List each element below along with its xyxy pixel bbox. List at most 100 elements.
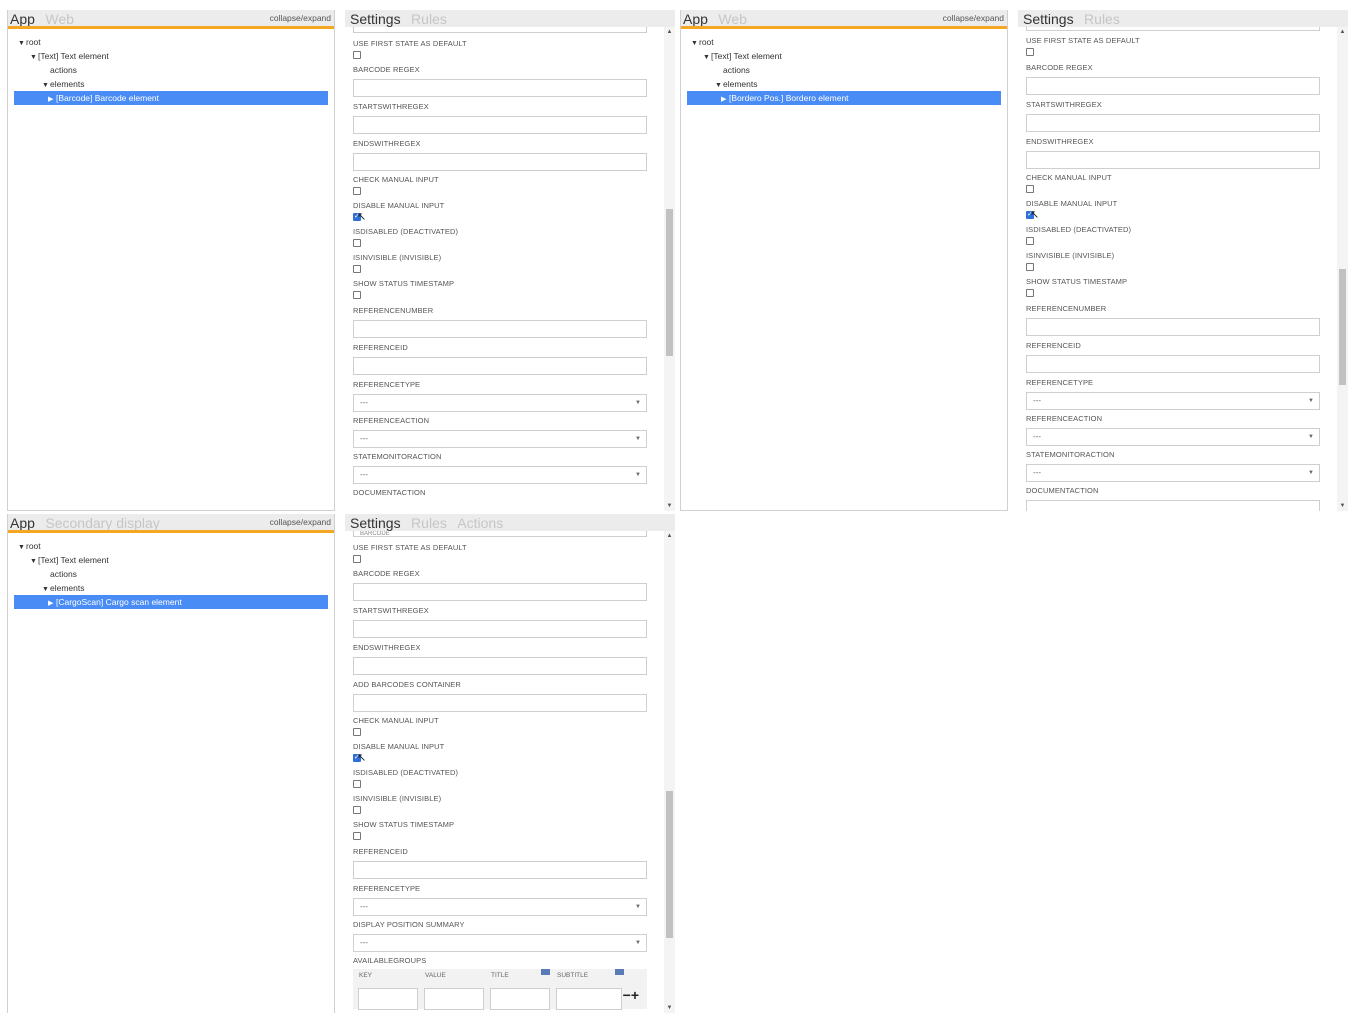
tab-settings[interactable]: Settings (345, 10, 401, 27)
referencetype-select[interactable]: --- ▼ (353, 394, 647, 412)
endswithregex-input[interactable] (1026, 151, 1320, 169)
startswithregex-input[interactable] (1026, 114, 1320, 132)
use-first-state-checkbox[interactable] (1026, 48, 1034, 56)
tab-rules[interactable]: Rules (1082, 10, 1120, 27)
tree-node-bordero-element[interactable]: ▶ [Bordero Pos.] Bordero element (687, 91, 1001, 105)
scroll-up-arrow-icon[interactable]: ▲ (664, 531, 675, 541)
referencetype-select[interactable]: --- ▼ (353, 898, 647, 916)
startswithregex-input[interactable] (353, 116, 647, 134)
scroll-up-arrow-icon[interactable]: ▲ (664, 27, 675, 37)
scrollbar-thumb[interactable] (666, 791, 673, 938)
referenceaction-select[interactable]: --- ▼ (353, 430, 647, 448)
tree-node-actions[interactable]: actions (14, 63, 334, 77)
barcode-regex-input[interactable] (353, 79, 647, 97)
tree-node-text-element[interactable]: ▼[Text] Text element (14, 553, 334, 567)
isdisabled-checkbox[interactable] (353, 239, 361, 247)
isinvisible-checkbox[interactable] (353, 265, 361, 273)
referenceaction-select[interactable]: --- ▼ (1026, 428, 1320, 446)
tab-app[interactable]: App (681, 10, 708, 26)
scroll-down-arrow-icon[interactable]: ▼ (1337, 501, 1348, 511)
expanded-arrow-icon[interactable]: ▼ (691, 37, 699, 51)
tree-node-elements[interactable]: ▼elements (687, 77, 1007, 91)
tree-node-text-element[interactable]: ▼[Text] Text element (687, 49, 1007, 63)
add-remove-row-buttons[interactable]: −+ (623, 987, 639, 1003)
collapsed-arrow-icon[interactable]: ▶ (48, 93, 56, 107)
settings-scrollbar[interactable]: ▲ ▼ (664, 27, 675, 511)
isdisabled-checkbox[interactable] (353, 780, 361, 788)
scroll-down-arrow-icon[interactable]: ▼ (664, 1003, 675, 1013)
collapse-expand-link[interactable]: collapse/expand (943, 13, 1004, 23)
referenceid-input[interactable] (1026, 355, 1320, 373)
scrollbar-thumb[interactable] (1339, 269, 1346, 385)
key-input[interactable] (358, 988, 418, 1010)
endswithregex-input[interactable] (353, 153, 647, 171)
expanded-arrow-icon[interactable]: ▼ (18, 541, 26, 555)
tree-node-cargo-scan-element[interactable]: ▶ [CargoScan] Cargo scan element (14, 595, 328, 609)
referencenumber-input[interactable] (1026, 318, 1320, 336)
uk-flag-icon[interactable] (615, 969, 624, 975)
statemonitoraction-select[interactable]: --- ▼ (353, 466, 647, 484)
collapsed-arrow-icon[interactable]: ▶ (721, 93, 729, 107)
tree-node-root[interactable]: ▼root (14, 539, 334, 553)
use-first-state-checkbox[interactable] (353, 51, 361, 59)
collapsed-arrow-icon[interactable]: ▶ (48, 597, 56, 611)
expanded-arrow-icon[interactable]: ▼ (30, 51, 38, 65)
tree-node-actions[interactable]: actions (687, 63, 1007, 77)
isinvisible-checkbox[interactable] (1026, 263, 1034, 271)
statemonitoraction-select[interactable]: --- ▼ (1026, 464, 1320, 482)
collapse-expand-link[interactable]: collapse/expand (270, 13, 331, 23)
show-status-timestamp-checkbox[interactable] (353, 291, 361, 299)
tab-rules[interactable]: Rules (409, 514, 447, 531)
show-status-timestamp-checkbox[interactable] (353, 832, 361, 840)
tree-node-elements[interactable]: ▼elements (14, 581, 334, 595)
tree-node-text-element[interactable]: ▼[Text] Text element (14, 49, 334, 63)
startswithregex-input[interactable] (353, 620, 647, 638)
barcode-regex-input[interactable] (1026, 77, 1320, 95)
tab-app[interactable]: App (8, 10, 35, 26)
tab-app[interactable]: App (8, 514, 35, 530)
scrollbar-thumb[interactable] (666, 209, 673, 356)
tab-web[interactable]: Web (43, 10, 74, 26)
subtitle-input[interactable] (556, 988, 622, 1010)
add-barcodes-container-input[interactable] (353, 694, 647, 712)
uk-flag-icon[interactable] (541, 969, 550, 975)
display-position-summary-select[interactable]: --- ▼ (353, 934, 647, 952)
title-input[interactable] (490, 988, 550, 1010)
expanded-arrow-icon[interactable]: ▼ (703, 51, 711, 65)
tab-rules[interactable]: Rules (409, 10, 447, 27)
scroll-down-arrow-icon[interactable]: ▼ (664, 501, 675, 511)
isdisabled-checkbox[interactable] (1026, 237, 1034, 245)
collapse-expand-link[interactable]: collapse/expand (270, 517, 331, 527)
tab-secondary-display[interactable]: Secondary display (43, 514, 159, 530)
element-tree: ▼root ▼[Text] Text element actions ▼elem… (681, 29, 1007, 105)
check-manual-input-checkbox[interactable] (353, 187, 361, 195)
tab-web[interactable]: Web (716, 10, 747, 26)
tree-node-actions[interactable]: actions (14, 567, 334, 581)
tree-node-root[interactable]: ▼root (14, 35, 334, 49)
scroll-up-arrow-icon[interactable]: ▲ (1337, 27, 1348, 37)
show-status-timestamp-checkbox[interactable] (1026, 289, 1034, 297)
tab-settings[interactable]: Settings (345, 514, 401, 531)
check-manual-input-checkbox[interactable] (1026, 185, 1034, 193)
check-manual-input-checkbox[interactable] (353, 728, 361, 736)
referencetype-select[interactable]: --- ▼ (1026, 392, 1320, 410)
documentaction-select[interactable] (1026, 500, 1320, 511)
tab-settings[interactable]: Settings (1018, 10, 1074, 27)
tree-node-root[interactable]: ▼root (687, 35, 1007, 49)
settings-scrollbar[interactable]: ▲ ▼ (1337, 27, 1348, 511)
tree-node-elements[interactable]: ▼elements (14, 77, 334, 91)
isinvisible-checkbox[interactable] (353, 806, 361, 814)
expanded-arrow-icon[interactable]: ▼ (18, 37, 26, 51)
expanded-arrow-icon[interactable]: ▼ (30, 555, 38, 569)
referencenumber-input[interactable] (353, 320, 647, 338)
referenceid-input[interactable] (353, 861, 647, 879)
barcode-regex-input[interactable] (353, 583, 647, 601)
referenceid-input[interactable] (353, 357, 647, 375)
endswithregex-input[interactable] (353, 657, 647, 675)
isdisabled-field: ISDISABLED (DEACTIVATED) (353, 763, 647, 789)
value-input[interactable] (424, 988, 484, 1010)
settings-scrollbar[interactable]: ▲ ▼ (664, 531, 675, 1013)
use-first-state-checkbox[interactable] (353, 555, 361, 563)
tab-actions[interactable]: Actions (455, 514, 503, 531)
tree-node-barcode-element[interactable]: ▶ [Barcode] Barcode element (14, 91, 328, 105)
